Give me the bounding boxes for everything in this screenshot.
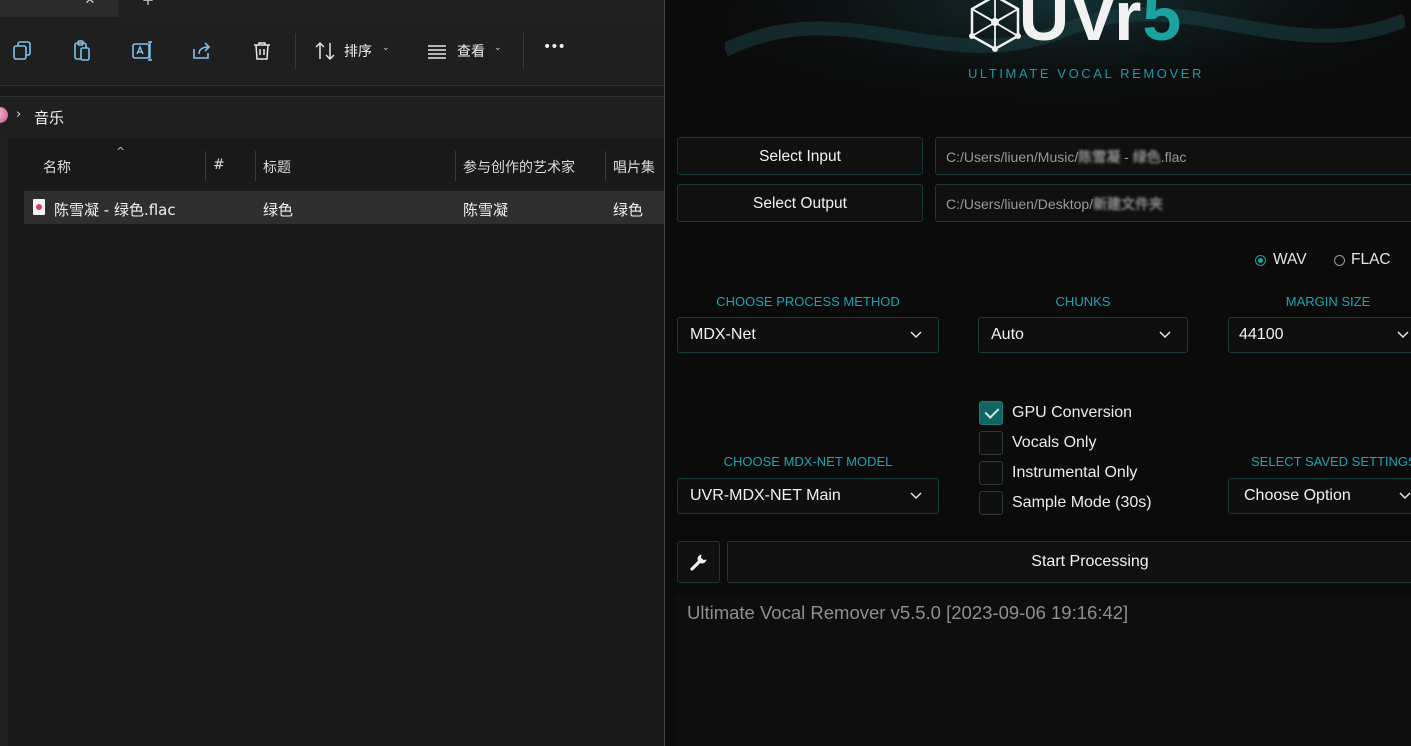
process-method-value: MDX-Net <box>690 326 756 343</box>
rename-icon[interactable] <box>130 39 154 63</box>
output-path-field[interactable]: C:/Users/liuen/Desktop/新建文件夹 <box>935 184 1411 222</box>
uvr-window: UVr5 ULTIMATE VOCAL REMOVER Select Input… <box>664 0 1411 746</box>
column-header-name[interactable]: 名称 <box>43 157 71 177</box>
sort-chevron-down-icon: ⌄ <box>382 43 390 53</box>
delete-icon[interactable] <box>250 39 274 63</box>
settings-wrench-button[interactable] <box>677 541 720 583</box>
saved-settings-dropdown[interactable]: Choose Option <box>1228 478 1411 514</box>
start-processing-label: Start Processing <box>1031 553 1149 570</box>
file-album: 绿色 <box>613 201 644 219</box>
chevron-down-icon <box>910 492 922 500</box>
wrench-icon <box>690 554 707 571</box>
mdx-model-label: CHOOSE MDX-NET MODEL <box>723 454 893 469</box>
music-folder-icon <box>0 107 8 123</box>
input-path-middle: - <box>1120 149 1133 165</box>
output-path-prefix: C:/Users/liuen/Desktop/ <box>946 196 1094 212</box>
input-path-field[interactable]: C:/Users/liuen/Music/陈雪凝 - 绿色.flac <box>935 137 1411 175</box>
console-output: Ultimate Vocal Remover v5.5.0 [2023-09-0… <box>675 596 1411 746</box>
audio-file-icon <box>33 199 45 215</box>
sort-icon[interactable] <box>313 39 337 63</box>
toolbar-divider <box>295 33 296 69</box>
chevron-down-icon <box>1399 492 1411 500</box>
command-bar: 排序 ⌄ 查看 ⌄ ••• <box>0 17 664 86</box>
input-path-prefix: C:/Users/liuen/Music/ <box>946 149 1079 165</box>
instrumental-only-label[interactable]: Instrumental Only <box>1012 464 1137 482</box>
flac-label[interactable]: FLAC <box>1351 251 1391 269</box>
gpu-conversion-label[interactable]: GPU Conversion <box>1012 404 1132 422</box>
file-name: 陈雪凝 - 绿色.flac <box>54 201 176 219</box>
input-path-blurred: 绿色 <box>1132 149 1161 165</box>
logo-version-digit: 5 <box>1142 0 1183 55</box>
file-title: 绿色 <box>263 201 294 219</box>
chunks-value: Auto <box>991 326 1024 343</box>
select-output-button[interactable]: Select Output <box>677 184 923 222</box>
margin-size-label: MARGIN SIZE <box>1285 294 1371 309</box>
saved-settings-value: Choose Option <box>1244 487 1351 504</box>
toolbar-divider <box>523 33 524 69</box>
wav-radio[interactable] <box>1255 255 1266 266</box>
vocals-only-checkbox[interactable] <box>979 431 1003 455</box>
gpu-conversion-checkbox[interactable] <box>979 401 1003 425</box>
column-divider[interactable] <box>205 151 206 181</box>
paste-icon[interactable] <box>70 39 94 63</box>
file-list: ^ 名称 # 标题 参与创作的艺术家 唱片集 陈雪凝 - 绿色.flac 绿色 … <box>0 139 664 746</box>
saved-settings-label: SELECT SAVED SETTINGS <box>1251 454 1411 469</box>
tab-music[interactable] <box>0 0 118 17</box>
column-divider[interactable] <box>455 151 456 181</box>
mdx-model-dropdown[interactable]: UVR-MDX-NET Main <box>677 478 939 514</box>
console-text: Ultimate Vocal Remover v5.5.0 [2023-09-0… <box>687 602 1129 623</box>
margin-size-value: 44100 <box>1239 326 1284 343</box>
start-processing-button[interactable]: Start Processing <box>727 541 1411 583</box>
column-divider[interactable] <box>255 151 256 181</box>
share-icon[interactable] <box>190 39 214 63</box>
process-method-dropdown[interactable]: MDX-Net <box>677 317 939 353</box>
chevron-down-icon <box>1159 331 1171 339</box>
margin-size-dropdown[interactable]: 44100 <box>1228 317 1411 353</box>
column-divider[interactable] <box>605 151 606 181</box>
more-options-button[interactable]: ••• <box>543 39 566 55</box>
mdx-model-value: UVR-MDX-NET Main <box>690 487 841 504</box>
column-header-title[interactable]: 标题 <box>263 157 291 177</box>
chunks-dropdown[interactable]: Auto <box>978 317 1188 353</box>
logo-subtitle: ULTIMATE VOCAL REMOVER <box>967 66 1205 81</box>
breadcrumb-music[interactable]: 音乐 <box>34 107 64 128</box>
table-row[interactable]: 陈雪凝 - 绿色.flac 绿色 陈雪凝 绿色 <box>24 191 664 224</box>
process-method-label: CHOOSE PROCESS METHOD <box>716 294 900 309</box>
new-tab-icon[interactable]: + <box>141 0 155 8</box>
instrumental-only-checkbox[interactable] <box>979 461 1003 485</box>
tab-close-icon[interactable]: ✕ <box>82 0 98 10</box>
sort-button[interactable]: 排序 <box>344 41 372 61</box>
output-path-blurred: 新建文件夹 <box>1093 196 1164 212</box>
column-header-album[interactable]: 唱片集 <box>613 157 655 177</box>
sample-mode-checkbox[interactable] <box>979 491 1003 515</box>
input-path-suffix: .flac <box>1160 149 1187 165</box>
input-path-blurred: 陈雪凝 <box>1078 149 1121 165</box>
view-icon[interactable] <box>425 39 449 63</box>
chunks-label: CHUNKS <box>1055 294 1111 309</box>
chevron-down-icon <box>910 331 922 339</box>
vocals-only-label[interactable]: Vocals Only <box>1012 434 1096 452</box>
column-header-number[interactable]: # <box>213 157 225 173</box>
chevron-down-icon <box>1397 331 1409 339</box>
file-explorer-window: ✕ + 排序 ⌄ 查看 ⌄ ••• › 音乐 ^ 名称 # 标题 参与创作的艺术… <box>0 0 664 746</box>
copy-icon[interactable] <box>10 39 34 63</box>
uvr-logo: UVr5 <box>727 0 1411 56</box>
breadcrumb-chevron-icon[interactable]: › <box>16 107 21 122</box>
address-bar[interactable]: › 音乐 <box>0 96 664 140</box>
select-input-button[interactable]: Select Input <box>677 137 923 175</box>
column-header-artist[interactable]: 参与创作的艺术家 <box>463 157 575 177</box>
wav-label[interactable]: WAV <box>1273 251 1307 269</box>
sort-indicator-icon: ^ <box>116 145 126 158</box>
logo-main-text: UVr <box>1018 0 1143 55</box>
file-artist: 陈雪凝 <box>463 201 509 219</box>
flac-radio[interactable] <box>1334 255 1345 266</box>
sample-mode-label[interactable]: Sample Mode (30s) <box>1012 494 1152 512</box>
view-button[interactable]: 查看 <box>457 41 485 61</box>
view-chevron-down-icon: ⌄ <box>494 43 502 53</box>
navigation-pane-edge <box>0 139 8 746</box>
